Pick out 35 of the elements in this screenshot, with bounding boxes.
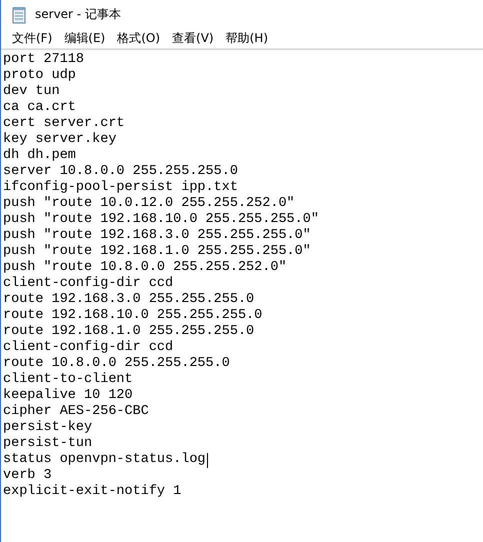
text-line: push "route 192.168.10.0 255.255.255.0" xyxy=(3,212,319,228)
text-line: keepalive 10 120 xyxy=(3,388,133,404)
text-line: push "route 10.0.12.0 255.255.252.0" xyxy=(3,196,295,212)
text-line: cert server.crt xyxy=(3,116,125,132)
menu-item[interactable]: 格式(O) xyxy=(112,30,168,47)
window-title: server - 记事本 xyxy=(35,6,121,23)
text-line: push "route 192.168.3.0 255.255.255.0" xyxy=(3,228,311,244)
text-line: route 10.8.0.0 255.255.255.0 xyxy=(3,356,230,372)
text-line: dh dh.pem xyxy=(3,148,76,164)
text-line: dev tun xyxy=(3,84,60,100)
menu-item[interactable]: 帮助(H) xyxy=(220,30,275,47)
text-line: status openvpn-status.log xyxy=(3,452,206,468)
text-line: cipher AES-256-CBC xyxy=(3,404,149,420)
text-line: route 192.168.1.0 255.255.255.0 xyxy=(3,324,254,340)
text-line: persist-key xyxy=(3,420,92,436)
text-line: key server.key xyxy=(3,132,116,148)
text-line: server 10.8.0.0 255.255.255.0 xyxy=(3,164,238,180)
text-line: route 192.168.10.0 255.255.255.0 xyxy=(3,308,262,324)
notepad-icon xyxy=(11,6,27,24)
text-line: port 27118 xyxy=(3,52,84,68)
text-line: ca ca.crt xyxy=(3,100,76,116)
text-line: push "route 10.8.0.0 255.255.252.0" xyxy=(3,260,287,276)
menu-item[interactable]: 编辑(E) xyxy=(59,30,112,47)
text-line: verb 3 xyxy=(3,468,52,484)
text-line: persist-tun xyxy=(3,436,92,452)
menu-item[interactable]: 文件(F) xyxy=(7,30,60,47)
text-line: proto udp xyxy=(3,68,76,84)
menu-item[interactable]: 查看(V) xyxy=(167,30,221,47)
text-line: client-to-client xyxy=(3,372,133,388)
text-line: route 192.168.3.0 255.255.255.0 xyxy=(3,292,254,308)
text-line: push "route 192.168.1.0 255.255.255.0" xyxy=(3,244,311,260)
text-line: ifconfig-pool-persist ipp.txt xyxy=(3,180,238,196)
text-line: client-config-dir ccd xyxy=(3,276,174,292)
text-line: explicit-exit-notify 1 xyxy=(3,484,182,500)
text-line: client-config-dir ccd xyxy=(3,340,174,356)
